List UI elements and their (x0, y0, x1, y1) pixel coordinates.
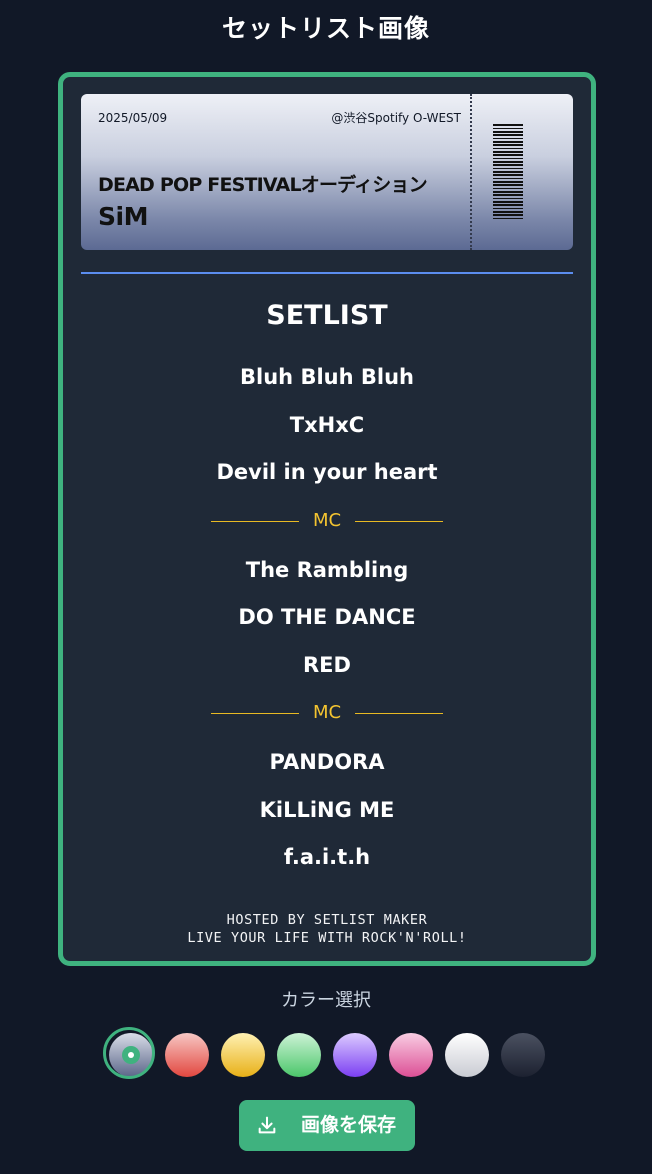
setlist-song: TxHxC (289, 412, 365, 437)
setlist-heading: SETLIST (266, 300, 388, 331)
setlist-song: PANDORA (269, 750, 385, 774)
setlist-song: KiLLiNG ME (259, 797, 395, 822)
mc-line-right (355, 713, 444, 714)
color-swatch-purple[interactable] (333, 1033, 377, 1077)
setlist-song: DO THE DANCE (238, 605, 416, 629)
color-swatch-white[interactable] (445, 1033, 489, 1077)
ticket-date: 2025/05/09 (98, 111, 168, 125)
footer-credit-line-2: LIVE YOUR LIFE WITH ROCK'N'ROLL! (187, 930, 467, 946)
color-swatch-slate[interactable] (103, 1027, 155, 1079)
barcode-icon (493, 124, 523, 220)
mc-line-right (355, 520, 444, 522)
setlist-song: Devil in your heart (216, 460, 438, 484)
color-swatch-green[interactable] (277, 1033, 321, 1077)
ticket-perforation (470, 94, 472, 250)
color-swatch-pink[interactable] (389, 1033, 433, 1077)
setlist: Bluh Bluh Bluh TxHxC Devil in your heart MC… (63, 363, 591, 891)
ticket-divider (81, 272, 573, 274)
color-swatch-yellow[interactable] (221, 1033, 265, 1077)
footer-credit: HOSTED BY SETLIST MAKER LIVE YOUR LIFE W… (63, 911, 591, 947)
color-swatch-red[interactable] (165, 1033, 209, 1077)
setlist-song: RED (303, 652, 351, 677)
color-swatch-black[interactable] (501, 1033, 545, 1077)
ticket-artist-name: SiM (98, 202, 148, 231)
mc-line-left (210, 520, 299, 522)
mc-label: MC (312, 702, 342, 723)
setlist-song: The Rambling (245, 557, 409, 582)
page-title: セットリスト画像 (221, 14, 430, 43)
selected-indicator-icon (122, 1046, 140, 1064)
download-icon (258, 1116, 276, 1134)
mc-break: MC (63, 698, 591, 748)
mc-line-left (210, 713, 299, 714)
ticket-venue: @渋谷Spotify O-WEST (331, 111, 461, 125)
setlist-song: Bluh Bluh Bluh (240, 365, 414, 389)
ticket-event-name: DEAD POP FESTIVALオーディション (98, 174, 428, 196)
setlist-card: 2025/05/09 @渋谷Spotify O-WEST DEAD POP FE… (58, 72, 596, 966)
ticket-header: 2025/05/09 @渋谷Spotify O-WEST DEAD POP FE… (81, 94, 573, 250)
mc-break: MC (63, 506, 591, 556)
mc-label: MC (312, 509, 342, 531)
color-picker-label: カラー選択 (281, 990, 371, 1011)
save-image-button[interactable]: 画像を保存 (239, 1100, 415, 1151)
footer-credit-line-1: HOSTED BY SETLIST MAKER (226, 912, 428, 928)
setlist-song: f.a.i.t.h (283, 845, 371, 869)
save-image-label: 画像を保存 (301, 1114, 397, 1136)
